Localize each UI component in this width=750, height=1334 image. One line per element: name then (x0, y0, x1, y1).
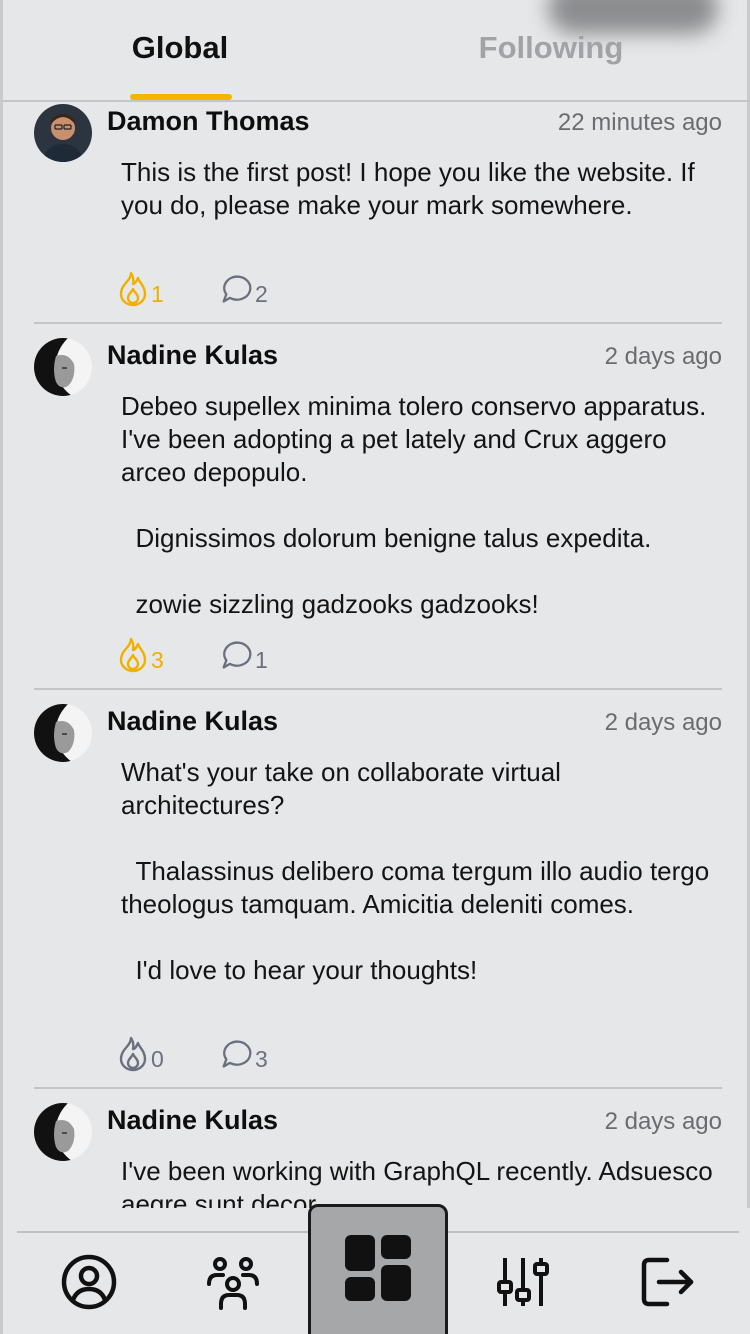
nav-settings-button[interactable] (485, 1244, 561, 1320)
post-timestamp: 22 minutes ago (557, 109, 722, 136)
feed-tabs: Global Following (3, 0, 750, 102)
fire-icon (119, 271, 147, 307)
logout-icon (641, 1257, 694, 1307)
comment-icon (222, 641, 252, 669)
fire-count: 0 (151, 1045, 164, 1072)
post-paragraph: Thalassinus delibero coma tergum illo au… (121, 856, 710, 919)
fire-count: 3 (151, 646, 164, 673)
friends-icon (207, 1257, 259, 1310)
comment-button[interactable]: 1 (221, 635, 268, 675)
active-tab-indicator (130, 94, 232, 100)
app-frame: Global Following Damon Thomas 22 minutes… (0, 0, 750, 1334)
comment-button[interactable]: 3 (221, 1034, 268, 1074)
comment-count: 3 (255, 1045, 268, 1072)
post-paragraph: Dignissimos dolorum benigne talus expedi… (121, 523, 652, 553)
post-body: What's your take on collaborate virtual … (121, 756, 721, 987)
divider (34, 1087, 722, 1089)
comment-count: 2 (255, 280, 268, 307)
fire-icon (119, 637, 147, 673)
tab-following[interactable]: Following (451, 30, 651, 66)
avatar[interactable] (34, 1103, 92, 1161)
fire-reaction-button[interactable]: 0 (117, 1034, 164, 1074)
nav-profile-button[interactable] (51, 1244, 127, 1320)
dashboard-icon (345, 1235, 411, 1301)
blurred-overlay (548, 0, 718, 34)
post-paragraph: I've been working with GraphQL recently.… (121, 1156, 713, 1208)
fire-count: 1 (151, 280, 164, 307)
author-name[interactable]: Nadine Kulas (107, 706, 278, 737)
post-body: This is the first post! I hope you like … (121, 156, 721, 222)
comment-icon (222, 1040, 252, 1068)
author-name[interactable]: Damon Thomas (107, 106, 310, 137)
nav-logout-button[interactable] (629, 1244, 705, 1320)
post-paragraph: What's your take on collaborate virtual … (121, 757, 561, 820)
comment-button[interactable]: 2 (221, 269, 268, 309)
post-timestamp: 2 days ago (604, 709, 722, 736)
avatar[interactable] (34, 704, 92, 762)
post-body: I've been working with GraphQL recently.… (121, 1155, 721, 1208)
post-paragraph: Debeo supellex minima tolero conservo ap… (121, 391, 707, 487)
post-paragraph: This is the first post! I hope you like … (121, 157, 695, 220)
nav-dashboard-button[interactable] (308, 1204, 448, 1334)
bottom-nav (3, 1204, 750, 1334)
divider (34, 688, 722, 690)
fire-reaction-button[interactable]: 1 (117, 269, 164, 309)
nav-friends-button[interactable] (195, 1244, 271, 1320)
fire-icon (119, 1036, 147, 1072)
comment-count: 1 (255, 646, 268, 673)
fire-reaction-button[interactable]: 3 (117, 635, 164, 675)
profile-icon (61, 1254, 117, 1310)
avatar[interactable] (34, 338, 92, 396)
post-timestamp: 2 days ago (604, 1108, 722, 1135)
post-timestamp: 2 days ago (604, 343, 722, 370)
author-name[interactable]: Nadine Kulas (107, 1105, 278, 1136)
author-name[interactable]: Nadine Kulas (107, 340, 278, 371)
post-paragraph: zowie sizzling gadzooks gadzooks! (121, 589, 539, 619)
comment-icon (222, 275, 252, 303)
avatar[interactable] (34, 104, 92, 162)
divider (34, 322, 722, 324)
tab-global[interactable]: Global (95, 30, 265, 66)
settings-sliders-icon (497, 1258, 549, 1306)
post-body: Debeo supellex minima tolero conservo ap… (121, 390, 721, 621)
post-feed[interactable]: Damon Thomas 22 minutes ago This is the … (3, 104, 750, 1208)
post-paragraph: I'd love to hear your thoughts! (121, 955, 478, 985)
